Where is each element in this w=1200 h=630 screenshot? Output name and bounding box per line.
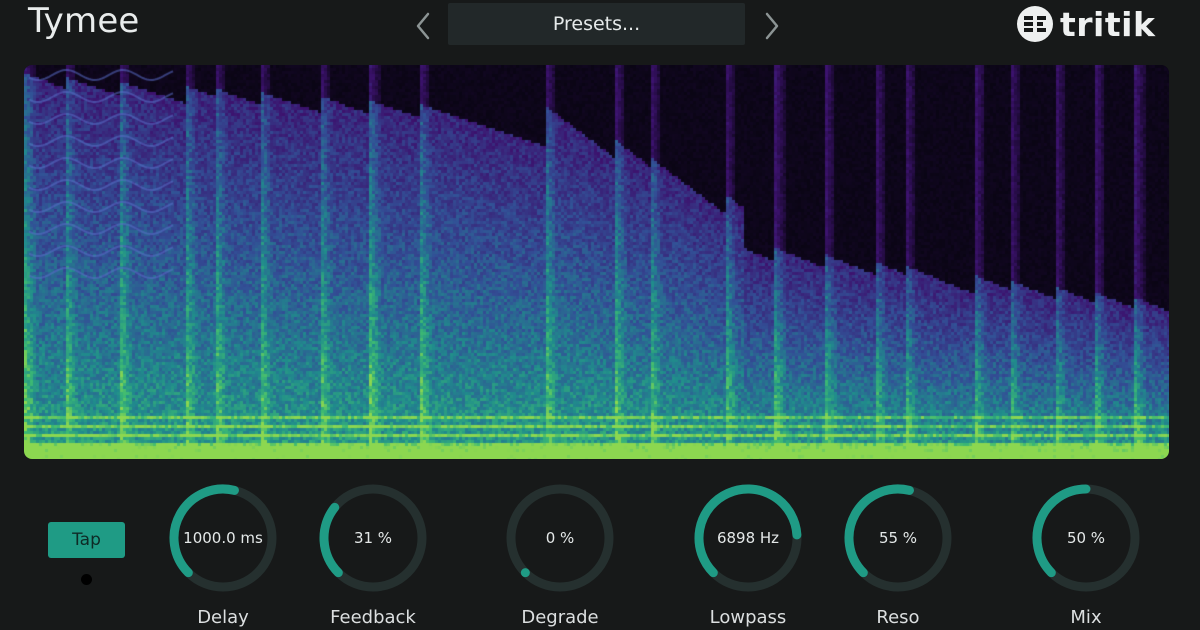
next-preset-button[interactable] (757, 6, 785, 46)
tap-tempo-button[interactable]: Tap (48, 522, 125, 558)
delay-control: 1000.0 ms Delay (168, 483, 278, 630)
delay-knob[interactable]: 1000.0 ms (168, 483, 278, 593)
reso-control: 55 % Reso (843, 483, 953, 630)
preset-label: Presets... (552, 13, 641, 35)
degrade-label: Degrade (521, 607, 599, 628)
lowpass-label: Lowpass (709, 607, 787, 628)
feedback-knob[interactable]: 31 % (318, 483, 428, 593)
degrade-value: 0 % (545, 529, 575, 547)
feedback-label: Feedback (330, 607, 416, 628)
lowpass-knob[interactable]: 6898 Hz (693, 483, 803, 593)
mix-knob[interactable]: 50 % (1031, 483, 1141, 593)
brand-logo: tritik (1016, 3, 1155, 45)
reso-label: Reso (876, 607, 920, 628)
app-title: Tymee (28, 1, 140, 41)
preset-selector[interactable]: Presets... (448, 3, 745, 45)
lowpass-value: 6898 Hz (716, 529, 780, 547)
delay-value: 1000.0 ms (183, 529, 263, 547)
spectrogram-display (24, 65, 1169, 459)
feedback-value: 31 % (353, 529, 393, 547)
mix-value: 50 % (1066, 529, 1106, 547)
brand-name: tritik (1060, 4, 1156, 44)
tap-indicator-led (81, 574, 92, 585)
mix-label: Mix (1070, 607, 1102, 628)
feedback-control: 31 % Feedback (318, 483, 428, 630)
lowpass-control: 6898 Hz Lowpass (693, 483, 803, 630)
mix-control: 50 % Mix (1031, 483, 1141, 630)
chevron-left-icon (416, 12, 430, 40)
degrade-control: 0 % Degrade (505, 483, 615, 630)
delay-label: Delay (197, 607, 249, 628)
reso-value: 55 % (878, 529, 918, 547)
chevron-right-icon (765, 12, 779, 40)
reso-knob[interactable]: 55 % (843, 483, 953, 593)
tritik-logo-icon (1017, 6, 1053, 42)
degrade-knob[interactable]: 0 % (505, 483, 615, 593)
previous-preset-button[interactable] (410, 6, 438, 46)
tap-button-label: Tap (72, 530, 101, 550)
